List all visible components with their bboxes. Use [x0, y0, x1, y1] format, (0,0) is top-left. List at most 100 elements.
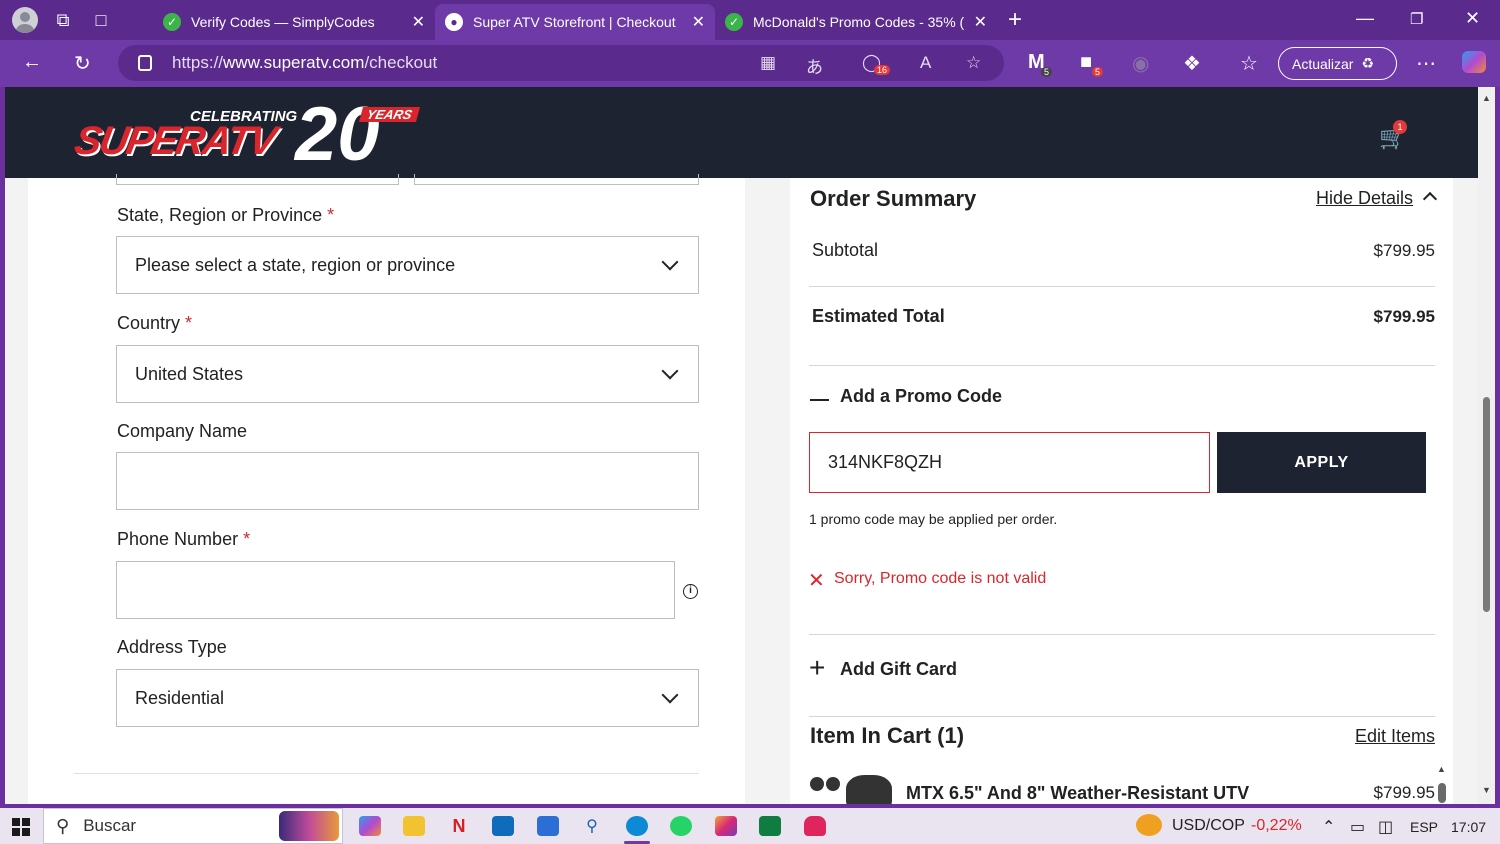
back-arrow-icon[interactable]: ←	[22, 51, 42, 74]
currency-widget-icon[interactable]	[1136, 814, 1162, 836]
edge-icon[interactable]	[626, 816, 648, 836]
url-text[interactable]: https://www.superatv.com/checkout	[172, 53, 437, 73]
extension-bug-icon[interactable]: ◉	[1132, 51, 1149, 76]
form-divider	[74, 773, 699, 774]
product-thumbnail[interactable]	[810, 771, 892, 804]
extension-dark-icon[interactable]: ■	[1080, 51, 1092, 74]
tab-actions-icon[interactable]: □	[88, 7, 114, 33]
currency-pair[interactable]: USD/COP	[1172, 817, 1245, 835]
translate-icon[interactable]: あ	[806, 53, 823, 78]
edit-items-link[interactable]: Edit Items	[1355, 726, 1435, 747]
store-icon[interactable]	[537, 816, 559, 836]
file-explorer-icon[interactable]	[403, 816, 425, 836]
promo-code-heading[interactable]: Add a Promo Code	[840, 386, 1002, 407]
company-input[interactable]	[116, 452, 699, 510]
speaker-dot	[826, 777, 840, 791]
scroll-up-icon[interactable]: ▲	[1482, 93, 1491, 103]
order-summary-title: Order Summary	[810, 186, 977, 211]
tab-title: Super ATV Storefront | Checkout	[473, 14, 676, 30]
netflix-icon[interactable]: N	[448, 816, 470, 836]
page-scrollbar[interactable]: ▲ ▼	[1478, 87, 1495, 804]
page-viewport: CELEBRATING SUPERATV 20 YEARS 🛒 1 State,…	[5, 87, 1478, 804]
superatv-logo[interactable]: CELEBRATING SUPERATV 20 YEARS	[71, 92, 425, 177]
tab-strip: ⧉ □ ✓ Verify Codes — SimplyCodes ✕ ● Sup…	[0, 0, 1500, 40]
company-label: Company Name	[117, 421, 247, 442]
favorite-star-icon[interactable]: ☆	[966, 53, 981, 73]
battery-icon[interactable]: ▭	[1350, 817, 1365, 837]
new-tab-button[interactable]: +	[1008, 6, 1022, 34]
close-tab-icon[interactable]: ✕	[692, 12, 705, 32]
network-icon[interactable]: ◫	[1378, 817, 1393, 837]
chevron-up-icon[interactable]	[1422, 191, 1438, 207]
read-aloud-icon[interactable]: A	[920, 53, 931, 73]
gift-card-heading[interactable]: Add Gift Card	[840, 659, 957, 680]
promo-code-input[interactable]: 314NKF8QZH	[809, 432, 1210, 493]
check-icon: ✓	[725, 13, 743, 31]
instagram-icon[interactable]	[715, 816, 737, 836]
address-bar[interactable]: https://www.superatv.com/checkout ▦ あ ◯ …	[118, 45, 1004, 81]
plus-icon[interactable]: +	[809, 654, 825, 682]
outlook-icon[interactable]	[492, 816, 514, 836]
language-indicator[interactable]: ESP	[1410, 819, 1438, 835]
globe-icon: ●	[445, 13, 463, 31]
country-select[interactable]: United States	[116, 345, 699, 403]
copilot-icon[interactable]	[1462, 51, 1486, 73]
zip-field-edge[interactable]	[414, 174, 699, 185]
inner-scroll-thumb[interactable]	[1438, 783, 1446, 803]
required-mark: *	[243, 529, 251, 549]
subtotal-label: Subtotal	[812, 240, 879, 260]
chevron-up-tray-icon[interactable]: ⌃	[1322, 817, 1335, 837]
robot-app-icon[interactable]	[804, 816, 826, 836]
profile-avatar[interactable]	[12, 7, 38, 33]
whatsapp-icon[interactable]	[670, 816, 692, 836]
city-field-edge[interactable]	[116, 174, 399, 185]
tab-superatv-checkout[interactable]: ● Super ATV Storefront | Checkout ✕	[435, 4, 715, 40]
close-tab-icon[interactable]: ✕	[412, 12, 425, 32]
state-select[interactable]: Please select a state, region or provinc…	[116, 236, 699, 294]
state-label: State, Region or Province *	[117, 205, 334, 226]
refresh-icon[interactable]: ↻	[74, 51, 91, 76]
phone-input[interactable]	[116, 561, 675, 619]
workspaces-icon[interactable]: ⧉	[50, 7, 76, 33]
required-mark: *	[327, 205, 335, 225]
coupon-count-badge: 16	[874, 65, 891, 75]
item-price: $799.95	[1373, 783, 1435, 802]
scroll-down-icon[interactable]: ▼	[1482, 785, 1491, 795]
inner-scroll-up-icon[interactable]: ▲	[1437, 764, 1446, 774]
search-app-icon[interactable]: ⚲	[581, 816, 603, 836]
info-icon[interactable]: i	[683, 584, 698, 599]
minimize-button[interactable]: —	[1356, 8, 1374, 29]
windows-taskbar: ⚲ Buscar N ⚲ USD/COP -0,22% ⌃ ▭ ◫ ESP 17…	[0, 808, 1500, 844]
favorites-icon[interactable]: ☆	[1240, 51, 1258, 76]
tab-simplycodes[interactable]: ✓ Verify Codes — SimplyCodes ✕	[153, 4, 435, 40]
copilot-app-icon[interactable]	[359, 816, 381, 836]
address-type-select[interactable]: Residential	[116, 669, 699, 727]
tab-mcdonalds[interactable]: ✓ McDonald's Promo Codes - 35% ( ✕	[715, 4, 997, 40]
app-available-icon[interactable]: ▦	[760, 53, 776, 73]
extensions-puzzle-icon[interactable]: ❖	[1183, 51, 1201, 76]
divider	[809, 634, 1435, 635]
country-value: United States	[135, 363, 244, 384]
windows-start-icon[interactable]	[12, 818, 30, 836]
chevron-down-icon	[661, 362, 679, 380]
phone-label-text: Phone Number	[117, 529, 239, 549]
restore-button[interactable]: ❐	[1410, 10, 1423, 28]
close-tab-icon[interactable]: ✕	[974, 12, 987, 32]
hide-details-link[interactable]: Hide Details	[1316, 188, 1413, 209]
more-menu-icon[interactable]: ⋯	[1416, 51, 1436, 76]
close-window-button[interactable]: ✕	[1465, 8, 1480, 29]
currency-change: -0,22%	[1251, 817, 1302, 834]
subtotal-value: $799.95	[1373, 241, 1435, 260]
chevron-down-icon	[661, 253, 679, 271]
update-button[interactable]: Actualizar ♻	[1278, 47, 1397, 80]
scroll-thumb[interactable]	[1483, 397, 1490, 612]
excel-icon[interactable]	[759, 816, 781, 836]
apply-button[interactable]: APPLY	[1217, 432, 1426, 493]
item-name[interactable]: MTX 6.5" And 8" Weather-Resistant UTV	[906, 783, 1249, 804]
promo-note: 1 promo code may be applied per order.	[809, 511, 1058, 527]
speaker-dot	[810, 777, 824, 791]
collapse-minus-icon[interactable]	[810, 399, 829, 401]
site-header: CELEBRATING SUPERATV 20 YEARS 🛒 1	[5, 87, 1478, 178]
clock[interactable]: 17:07	[1451, 819, 1486, 835]
taskbar-search[interactable]: ⚲ Buscar	[43, 808, 343, 844]
